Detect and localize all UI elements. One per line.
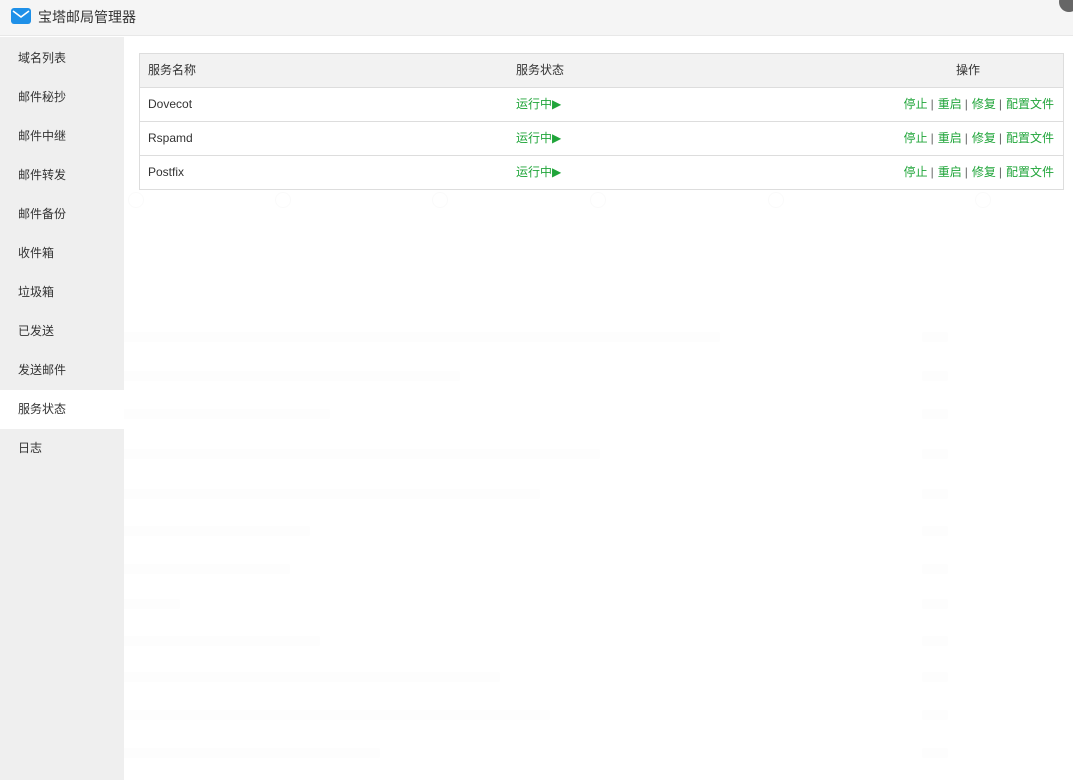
table-header: 服务名称 服务状态 操作 xyxy=(140,54,1063,88)
table-row: Dovecot 运行中▶ 停止 | 重启 | 修复 | 配置文件 xyxy=(140,88,1063,122)
service-ops: 停止 | 重启 | 修复 | 配置文件 xyxy=(904,156,1054,189)
op-separator: | xyxy=(998,131,1002,145)
column-header-service-status: 服务状态 xyxy=(516,63,565,77)
stop-link[interactable]: 停止 xyxy=(904,97,928,111)
service-ops: 停止 | 重启 | 修复 | 配置文件 xyxy=(904,88,1054,121)
sidebar-item-label: 日志 xyxy=(18,441,43,455)
sidebar-item-service-status[interactable]: 服务状态 xyxy=(0,390,124,429)
table-row: Postfix 运行中▶ 停止 | 重启 | 修复 | 配置文件 xyxy=(140,156,1063,189)
repair-link[interactable]: 修复 xyxy=(972,97,996,111)
sidebar-item-label: 服务状态 xyxy=(18,402,67,416)
service-ops: 停止 | 重启 | 修复 | 配置文件 xyxy=(904,122,1054,155)
op-separator: | xyxy=(930,165,934,179)
sidebar-item-label: 域名列表 xyxy=(18,51,67,65)
sidebar-item-label: 收件箱 xyxy=(18,246,55,260)
sidebar-item-send-mail[interactable]: 发送邮件 xyxy=(0,351,124,390)
service-status-running: 运行中▶ xyxy=(516,97,562,111)
service-status-running: 运行中▶ xyxy=(516,165,562,179)
stop-link[interactable]: 停止 xyxy=(904,131,928,145)
sidebar: 域名列表 邮件秘抄 邮件中继 邮件转发 邮件备份 收件箱 垃圾箱 已发送 发送邮… xyxy=(0,37,124,780)
sidebar-item-label: 已发送 xyxy=(18,324,55,338)
sidebar-item-sent[interactable]: 已发送 xyxy=(0,312,124,351)
sidebar-item-logs[interactable]: 日志 xyxy=(0,429,124,468)
restart-link[interactable]: 重启 xyxy=(938,165,962,179)
sidebar-item-label: 邮件备份 xyxy=(18,207,67,221)
config-file-link[interactable]: 配置文件 xyxy=(1006,165,1054,179)
service-status-running: 运行中▶ xyxy=(516,131,562,145)
op-separator: | xyxy=(930,97,934,111)
service-name: Postfix xyxy=(148,165,185,179)
mail-manager-dialog: 宝塔邮局管理器 域名列表 邮件秘抄 邮件中继 邮件转发 邮件备份 收件箱 垃圾箱… xyxy=(0,0,1073,780)
sidebar-item-mail-bcc[interactable]: 邮件秘抄 xyxy=(0,78,124,117)
op-separator: | xyxy=(964,165,968,179)
op-separator: | xyxy=(964,97,968,111)
repair-link[interactable]: 修复 xyxy=(972,131,996,145)
sidebar-item-label: 邮件转发 xyxy=(18,168,67,182)
sidebar-item-mail-backup[interactable]: 邮件备份 xyxy=(0,195,124,234)
sidebar-item-domain-list[interactable]: 域名列表 xyxy=(0,39,124,78)
sidebar-item-label: 邮件中继 xyxy=(18,129,67,143)
sidebar-item-spam[interactable]: 垃圾箱 xyxy=(0,273,124,312)
sidebar-item-mail-forward[interactable]: 邮件转发 xyxy=(0,156,124,195)
repair-link[interactable]: 修复 xyxy=(972,165,996,179)
table-row: Rspamd 运行中▶ 停止 | 重启 | 修复 | 配置文件 xyxy=(140,122,1063,156)
sidebar-item-label: 邮件秘抄 xyxy=(18,90,67,104)
stop-link[interactable]: 停止 xyxy=(904,165,928,179)
op-separator: | xyxy=(964,131,968,145)
restart-link[interactable]: 重启 xyxy=(938,131,962,145)
sidebar-item-mail-relay[interactable]: 邮件中继 xyxy=(0,117,124,156)
sidebar-item-label: 垃圾箱 xyxy=(18,285,55,299)
mail-icon xyxy=(11,8,31,24)
dialog-title: 宝塔邮局管理器 xyxy=(38,9,136,25)
sidebar-item-inbox[interactable]: 收件箱 xyxy=(0,234,124,273)
op-separator: | xyxy=(998,165,1002,179)
service-name: Dovecot xyxy=(148,97,193,111)
op-separator: | xyxy=(930,131,934,145)
restart-link[interactable]: 重启 xyxy=(938,97,962,111)
op-separator: | xyxy=(998,97,1002,111)
service-name: Rspamd xyxy=(148,131,193,145)
column-header-ops: 操作 xyxy=(956,63,981,77)
column-header-service-name: 服务名称 xyxy=(148,63,197,77)
close-icon[interactable] xyxy=(1059,0,1073,12)
config-file-link[interactable]: 配置文件 xyxy=(1006,97,1054,111)
sidebar-item-label: 发送邮件 xyxy=(18,363,67,377)
dialog-titlebar[interactable]: 宝塔邮局管理器 xyxy=(0,0,1073,36)
service-status-table: 服务名称 服务状态 操作 Dovecot 运行中▶ 停止 | 重启 | 修复 | 配置文件 … xyxy=(139,53,1064,190)
config-file-link[interactable]: 配置文件 xyxy=(1006,131,1054,145)
